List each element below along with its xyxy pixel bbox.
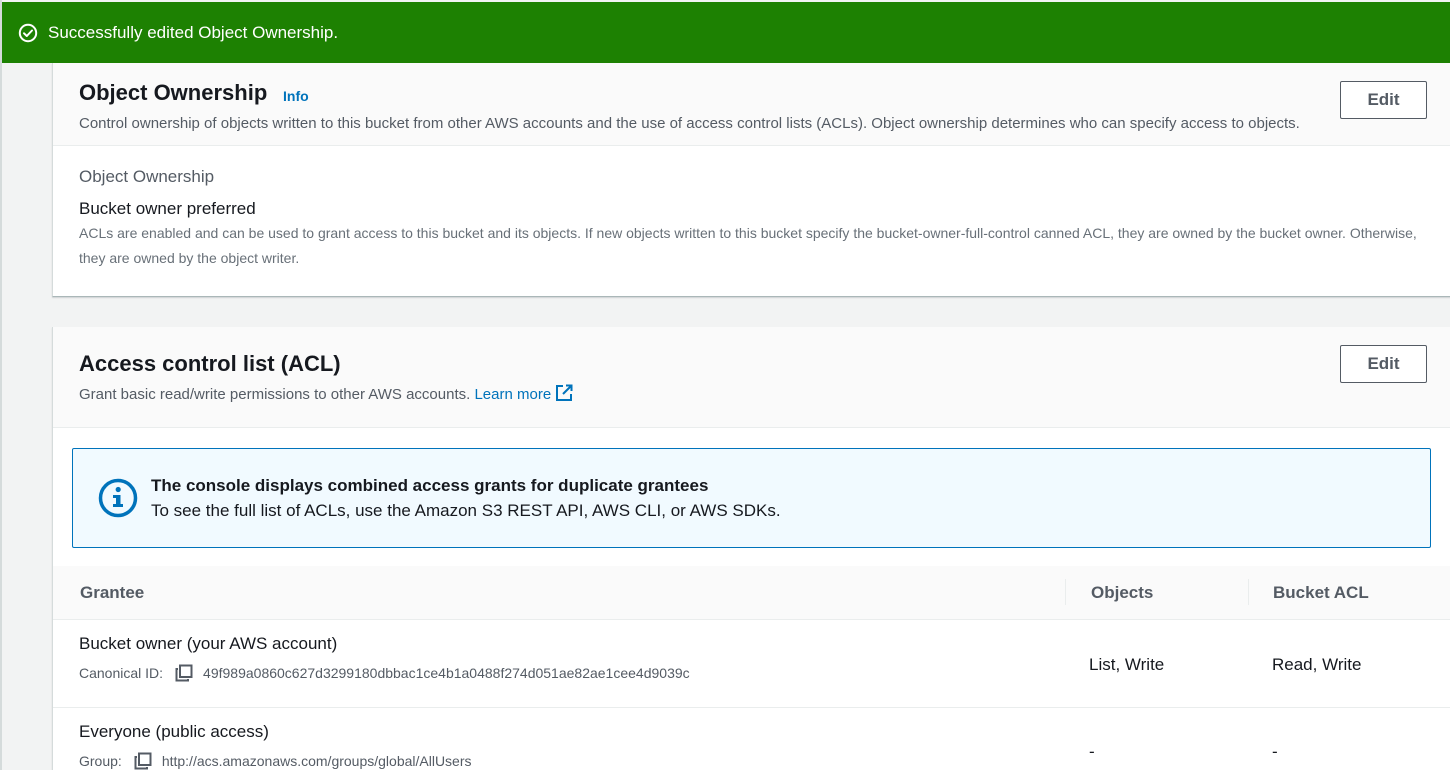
info-link[interactable]: Info xyxy=(283,88,309,104)
column-divider xyxy=(1248,579,1249,605)
grantee-id-label: Canonical ID: xyxy=(79,665,164,681)
info-alert: The console displays combined access gra… xyxy=(72,448,1431,548)
grantee-id: Canonical ID: 49f989a0860c627d3299180dbb… xyxy=(79,664,690,682)
external-link-icon xyxy=(555,384,573,402)
object-ownership-edit-button[interactable]: Edit xyxy=(1340,81,1427,119)
table-row: Bucket owner (your AWS account) Canonica… xyxy=(53,620,1450,708)
object-ownership-description: Control ownership of objects written to … xyxy=(79,115,1300,132)
grantee-id-label: Group: xyxy=(79,753,122,769)
nav-divider xyxy=(0,0,2,770)
objects-permission: - xyxy=(1089,742,1095,761)
object-ownership-field-value: Bucket owner preferred xyxy=(79,199,256,218)
object-ownership-panel: Object Ownership Info Control ownership … xyxy=(52,63,1450,297)
alert-body: To see the full list of ACLs, use the Am… xyxy=(151,501,781,520)
object-ownership-field-label: Object Ownership xyxy=(79,167,215,186)
column-header-grantee: Grantee xyxy=(80,583,145,602)
grantee-id-value: 49f989a0860c627d3299180dbbac1ce4b1a0488f… xyxy=(203,665,690,681)
acl-table-header: Grantee Objects Bucket ACL xyxy=(53,566,1450,620)
grantee-name: Bucket owner (your AWS account) xyxy=(79,634,338,653)
acl-panel: Access control list (ACL) Grant basic re… xyxy=(52,327,1450,770)
copy-icon[interactable] xyxy=(134,752,152,770)
s3-bucket-permissions-page: Successfully edited Object Ownership. Ob… xyxy=(0,0,1450,770)
column-divider xyxy=(1065,579,1066,605)
bucket-acl-permission: - xyxy=(1272,742,1278,761)
column-header-objects: Objects xyxy=(1091,583,1154,602)
info-circle-icon xyxy=(98,478,138,518)
object-ownership-title: Object Ownership xyxy=(79,80,268,105)
alert-title: The console displays combined access gra… xyxy=(151,476,709,495)
acl-edit-button[interactable]: Edit xyxy=(1340,345,1427,383)
copy-icon[interactable] xyxy=(175,664,193,682)
check-circle-icon xyxy=(18,23,38,43)
flash-message: Successfully edited Object Ownership. xyxy=(48,22,339,42)
success-flash-banner: Successfully edited Object Ownership. xyxy=(2,2,1450,63)
acl-description-text: Grant basic read/write permissions to ot… xyxy=(79,386,471,403)
grantee-id: Group: http://acs.amazonaws.com/groups/g… xyxy=(79,752,472,770)
acl-header: Access control list (ACL) Grant basic re… xyxy=(53,327,1450,428)
grantee-id-value: http://acs.amazonaws.com/groups/global/A… xyxy=(161,753,472,769)
acl-description: Grant basic read/write permissions to ot… xyxy=(79,384,573,403)
objects-permission: List, Write xyxy=(1089,655,1165,674)
learn-more-link[interactable]: Learn more xyxy=(474,384,573,403)
object-ownership-field-description: ACLs are enabled and can be used to gran… xyxy=(79,225,1417,266)
acl-title: Access control list (ACL) xyxy=(79,351,341,376)
grantee-name: Everyone (public access) xyxy=(79,722,269,741)
learn-more-label: Learn more xyxy=(474,386,552,403)
table-row: Everyone (public access) Group: http://a… xyxy=(53,708,1450,770)
object-ownership-header: Object Ownership Info Control ownership … xyxy=(53,63,1450,146)
column-header-bucket-acl: Bucket ACL xyxy=(1273,583,1369,602)
bucket-acl-permission: Read, Write xyxy=(1272,655,1362,674)
